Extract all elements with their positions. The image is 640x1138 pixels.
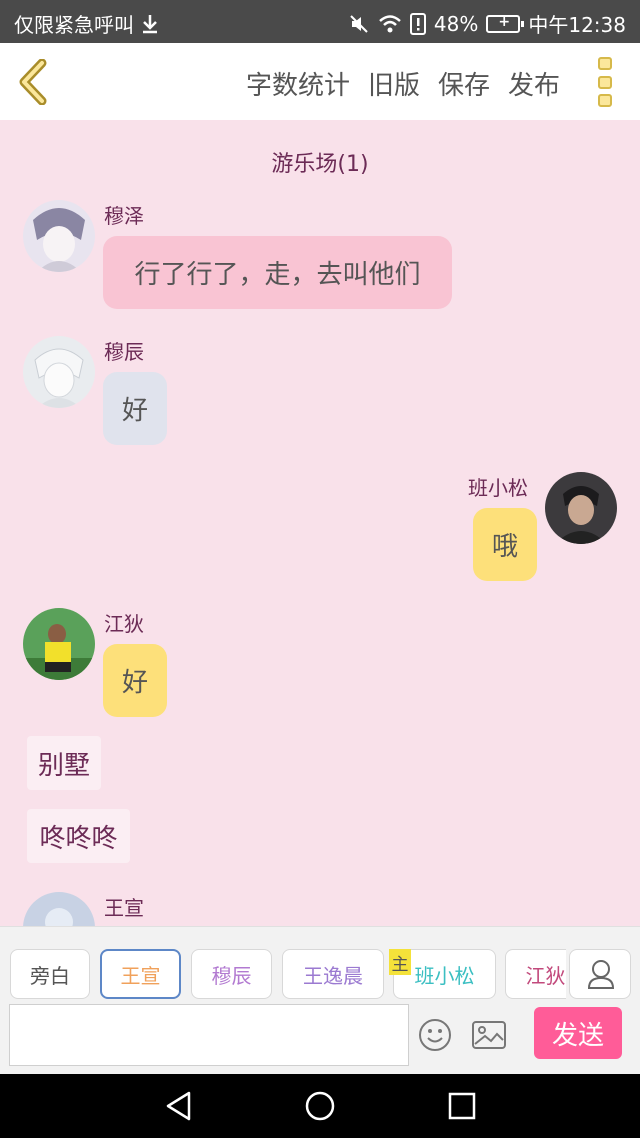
host-badge: 主 bbox=[389, 949, 411, 975]
avatar[interactable] bbox=[23, 336, 95, 408]
emoji-icon[interactable] bbox=[418, 1018, 452, 1052]
narration-block[interactable]: 咚咚咚 bbox=[27, 809, 130, 863]
sender-name: 班小松 bbox=[468, 476, 528, 500]
home-circle-icon[interactable] bbox=[304, 1090, 336, 1122]
back-arrow-icon[interactable] bbox=[16, 59, 52, 105]
role-wangxuan[interactable]: 王宣 bbox=[100, 949, 181, 999]
carrier-text: 仅限紧急呼叫 bbox=[14, 13, 134, 37]
more-menu-icon[interactable] bbox=[598, 57, 614, 107]
sender-name: 穆泽 bbox=[104, 204, 144, 228]
download-icon bbox=[143, 14, 157, 33]
role-narrator[interactable]: 旁白 bbox=[10, 949, 90, 999]
sender-name: 穆辰 bbox=[104, 340, 144, 364]
clock: 中午12:38 bbox=[528, 13, 626, 37]
word-count-button[interactable]: 字数统计 bbox=[246, 65, 350, 102]
send-button[interactable]: 发送 bbox=[534, 1007, 622, 1059]
role-wangyichen[interactable]: 王逸晨 bbox=[282, 949, 384, 999]
avatar[interactable] bbox=[23, 608, 95, 680]
avatar[interactable] bbox=[545, 472, 617, 544]
message-bubble[interactable]: 好 bbox=[103, 372, 167, 445]
old-version-button[interactable]: 旧版 bbox=[368, 65, 420, 102]
avatar-placeholder[interactable] bbox=[23, 892, 95, 926]
role-manage-button[interactable] bbox=[569, 949, 631, 999]
system-nav-bar bbox=[0, 1074, 640, 1138]
back-triangle-icon[interactable] bbox=[163, 1090, 195, 1122]
top-bar: 字数统计 旧版 保存 发布 bbox=[0, 43, 640, 120]
role-selector[interactable]: 旁白 王宣 穆辰 王逸晨 班小松 主 江狄 bbox=[0, 927, 566, 1005]
battery-icon: + bbox=[486, 14, 525, 33]
chat-area[interactable]: 游乐场(1) 穆泽 行了行了，走，去叫他们 穆辰 好 班小松 哦 江狄 好 别墅… bbox=[0, 120, 640, 926]
recents-square-icon[interactable] bbox=[446, 1090, 478, 1122]
role-jiangdi[interactable]: 江狄 bbox=[505, 949, 566, 999]
publish-button[interactable]: 发布 bbox=[508, 65, 560, 102]
image-icon[interactable] bbox=[471, 1020, 507, 1050]
save-button[interactable]: 保存 bbox=[438, 65, 490, 102]
mute-icon bbox=[350, 14, 368, 33]
sim-alert-icon bbox=[409, 12, 426, 35]
wifi-icon bbox=[379, 14, 401, 32]
narration-block[interactable]: 别墅 bbox=[27, 736, 101, 790]
avatar[interactable] bbox=[23, 200, 95, 272]
message-bubble[interactable]: 哦 bbox=[473, 508, 537, 581]
battery-percent: 48% bbox=[433, 11, 479, 36]
input-panel: 旁白 王宣 穆辰 王逸晨 班小松 主 江狄 发送 bbox=[0, 926, 640, 1074]
sender-name: 江狄 bbox=[104, 612, 144, 636]
chat-title: 游乐场(1) bbox=[271, 152, 369, 177]
message-bubble[interactable]: 行了行了，走，去叫他们 bbox=[103, 236, 452, 309]
person-icon bbox=[587, 960, 615, 989]
sender-name: 王宣 bbox=[104, 896, 144, 920]
message-bubble[interactable]: 好 bbox=[103, 644, 167, 717]
message-input[interactable] bbox=[9, 1004, 409, 1066]
status-bar: 仅限紧急呼叫 48% + 中午12:38 bbox=[0, 0, 640, 43]
role-muchen[interactable]: 穆辰 bbox=[191, 949, 272, 999]
